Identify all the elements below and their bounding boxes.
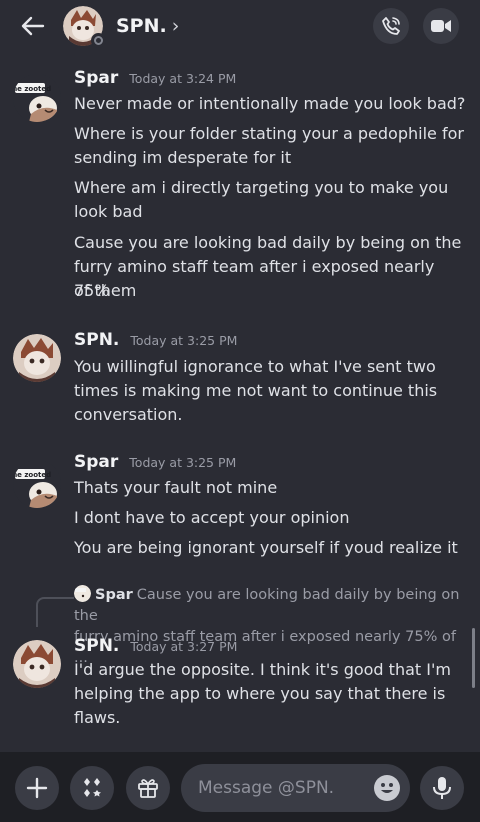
- apps-button[interactable]: [70, 766, 114, 810]
- timestamp: Today at 3:24 PM: [129, 71, 237, 86]
- message-input-placeholder: Message @SPN.: [198, 778, 335, 798]
- header-avatar[interactable]: [63, 6, 106, 48]
- message-text[interactable]: flaws.: [74, 706, 470, 730]
- phone-call-button[interactable]: [373, 8, 409, 44]
- message-text[interactable]: times is making me not want to continue …: [74, 379, 470, 403]
- video-call-button[interactable]: [423, 8, 459, 44]
- status-offline-icon: [91, 33, 106, 48]
- message-text[interactable]: You willingful ignorance to what I've se…: [74, 355, 470, 379]
- message-header: SPN. Today at 3:27 PM: [74, 636, 237, 656]
- author-name[interactable]: SPN.: [74, 636, 119, 656]
- message-header: SPN. Today at 3:25 PM: [74, 330, 237, 350]
- message-text[interactable]: Where am i directly targeting you to mak…: [74, 176, 470, 200]
- message-text[interactable]: Thats your fault not mine: [74, 476, 470, 500]
- back-arrow-icon[interactable]: [18, 12, 48, 40]
- avatar-tag-text: the zooted: [13, 471, 51, 479]
- author-name[interactable]: Spar: [74, 452, 118, 472]
- gift-icon: [138, 779, 158, 798]
- author-name[interactable]: SPN.: [74, 330, 119, 350]
- header-title[interactable]: SPN. ›: [116, 12, 179, 40]
- user-avatar[interactable]: [13, 334, 61, 382]
- gift-button[interactable]: [126, 766, 170, 810]
- reply-avatar: [74, 585, 91, 602]
- author-name[interactable]: Spar: [74, 68, 118, 88]
- add-attachment-button[interactable]: [15, 766, 59, 810]
- chat-header: SPN. ›: [0, 0, 480, 52]
- message-header: Spar Today at 3:25 PM: [74, 452, 236, 472]
- reply-author: Spar: [95, 587, 133, 603]
- message-text[interactable]: You are being ignorant yourself if youd …: [74, 536, 470, 560]
- message-text[interactable]: of them: [74, 279, 470, 303]
- header-title-text: SPN.: [116, 15, 167, 37]
- message-text[interactable]: sending im desperate for it: [74, 146, 470, 170]
- message-text[interactable]: look bad: [74, 200, 470, 224]
- plus-icon: [26, 777, 48, 799]
- emoji-icon[interactable]: [374, 775, 400, 801]
- timestamp: Today at 3:25 PM: [130, 333, 238, 348]
- message-text[interactable]: Cause you are looking bad daily by being…: [74, 231, 470, 255]
- message-text[interactable]: helping the app to where you say that th…: [74, 682, 470, 706]
- video-camera-icon: [431, 20, 451, 32]
- reply-connector: [36, 597, 74, 627]
- reply-reference[interactable]: Spar Cause you are looking bad daily by b…: [74, 585, 470, 669]
- user-avatar[interactable]: the zooted: [13, 460, 61, 508]
- message-text[interactable]: Never made or intentionally made you loo…: [74, 92, 470, 116]
- message-text[interactable]: Where is your folder stating your a pedo…: [74, 122, 470, 146]
- timestamp: Today at 3:25 PM: [129, 455, 237, 470]
- voice-message-button[interactable]: [420, 766, 464, 810]
- message-text[interactable]: I'd argue the opposite. I think it's goo…: [74, 658, 470, 682]
- timestamp: Today at 3:27 PM: [130, 639, 238, 654]
- composer-bar: Message @SPN.: [0, 752, 480, 822]
- message-text[interactable]: conversation.: [74, 403, 470, 427]
- phone-call-icon: [382, 17, 400, 35]
- message-text[interactable]: I dont have to accept your opinion: [74, 506, 470, 530]
- message-input[interactable]: Message @SPN.: [181, 764, 410, 812]
- chevron-right-icon: ›: [171, 15, 180, 37]
- user-avatar[interactable]: [13, 640, 61, 688]
- apps-icon: [84, 778, 101, 797]
- user-avatar[interactable]: the zooted: [13, 74, 61, 122]
- microphone-icon: [433, 777, 451, 799]
- message-list[interactable]: the zooted Spar Today at 3:24 PM Never m…: [0, 52, 480, 752]
- message-header: Spar Today at 3:24 PM: [74, 68, 236, 88]
- avatar-tag-text: the zooted: [13, 85, 51, 93]
- scrollbar[interactable]: [472, 628, 475, 688]
